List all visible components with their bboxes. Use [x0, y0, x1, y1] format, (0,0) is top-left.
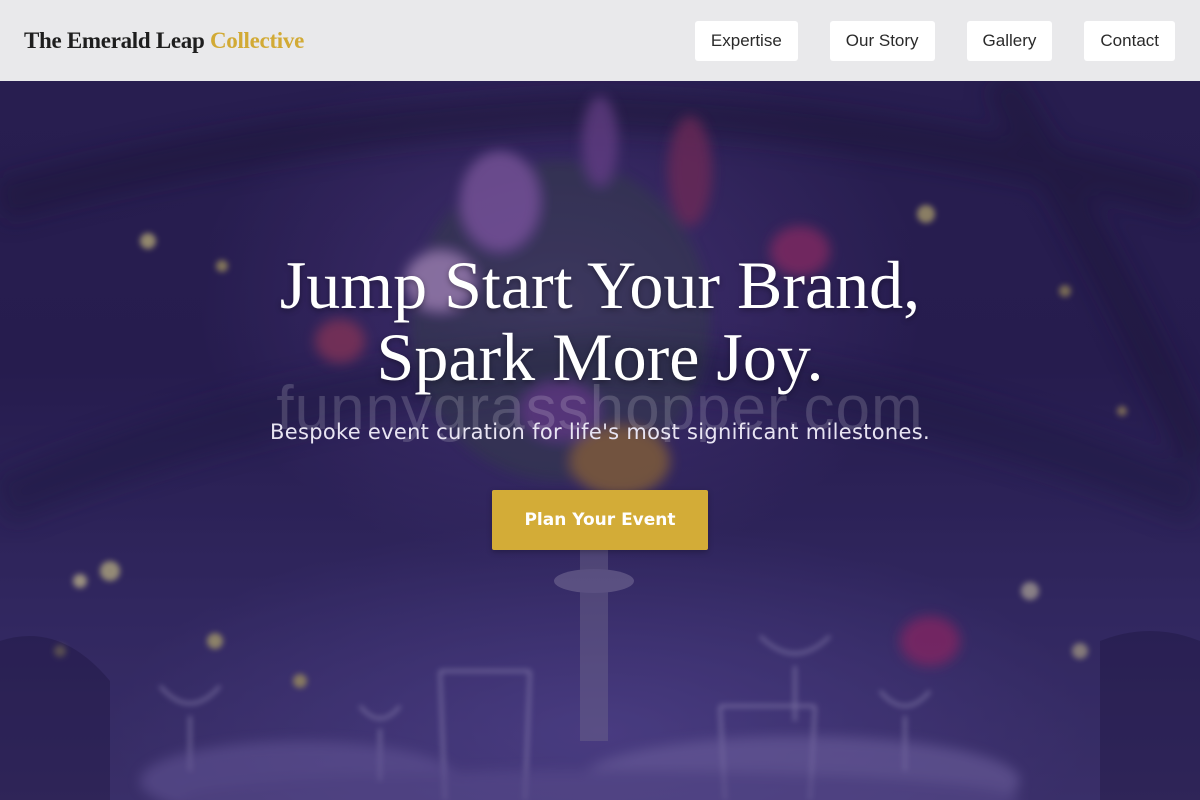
site-header: The Emerald Leap Collective Expertise Ou…: [0, 0, 1200, 81]
hero-headline: Jump Start Your Brand, Spark More Joy.: [0, 249, 1200, 393]
nav-gallery-button[interactable]: Gallery: [966, 20, 1053, 61]
main-nav: Expertise Our Story Gallery Contact: [694, 20, 1175, 61]
hero-section: Jump Start Your Brand, Spark More Joy. f…: [0, 81, 1200, 800]
hero-content: Jump Start Your Brand, Spark More Joy. f…: [0, 81, 1200, 800]
headline-line-1: Jump Start Your Brand,: [279, 247, 921, 323]
nav-contact-button[interactable]: Contact: [1084, 20, 1175, 61]
nav-our-story-button[interactable]: Our Story: [829, 20, 935, 61]
nav-expertise-button[interactable]: Expertise: [694, 20, 798, 61]
plan-your-event-button[interactable]: Plan Your Event: [492, 490, 708, 550]
hero-subheadline: Bespoke event curation for life's most s…: [270, 420, 930, 444]
brand-logo[interactable]: The Emerald Leap Collective: [24, 28, 304, 54]
brand-name: The Emerald Leap: [24, 27, 205, 53]
brand-name-accent: Collective: [209, 27, 305, 53]
